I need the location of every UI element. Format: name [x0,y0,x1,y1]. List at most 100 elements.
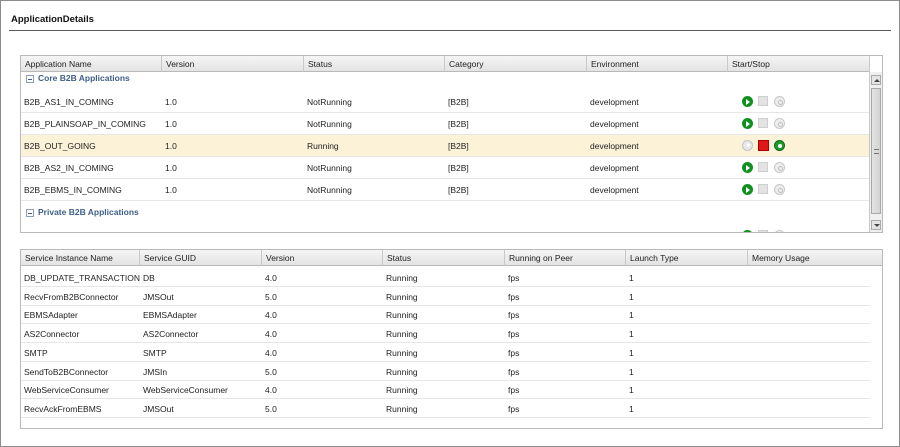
start-icon[interactable] [742,118,753,129]
service-version-cell: 4.0 [265,385,277,396]
stop-icon[interactable] [758,96,768,106]
service-status-cell: Running [386,329,418,340]
service-status-cell: Running [386,385,418,396]
application-row[interactable]: B2B_EBMS_IN_COMING 1.0 NotRunning [B2B] deve… [21,179,870,201]
gear-icon[interactable] [774,118,785,129]
service-peer-cell: fps [508,347,520,358]
application-status-cell: NotRunning [307,119,352,129]
service-launch-cell: 1 [629,366,634,377]
application-name-cell: B2B_AS2_IN_COMING [24,163,114,173]
service-version-cell: 4.0 [265,329,277,340]
application-environment-cell: development [590,163,639,173]
service-guid-cell: JMSOut [143,291,174,302]
column-header-category[interactable]: Category [445,56,587,72]
gear-icon[interactable] [774,184,785,195]
start-stop-controls [728,179,870,201]
scrollbar-grip-icon [874,149,879,154]
start-icon[interactable] [742,96,753,107]
service-memory-cell [748,400,882,418]
column-header-start-stop[interactable]: Start/Stop [728,56,870,72]
collapse-group-icon[interactable] [26,75,34,83]
service-memory-cell [748,306,882,324]
application-group-label: Core B2B Applications [38,73,130,83]
service-memory-cell [748,288,882,306]
stop-icon[interactable] [758,140,769,151]
column-header-status[interactable]: Status [304,56,445,72]
gear-icon[interactable] [774,140,785,151]
column-header-launch-type[interactable]: Launch Type [626,250,748,266]
column-header-memory-usage[interactable]: Memory Usage [748,250,882,266]
service-launch-cell: 1 [629,403,634,414]
service-launch-cell: 1 [629,310,634,321]
application-status-cell: NotRunning [307,185,352,195]
services-grid: Service Instance Name Service GUID Version… [20,249,883,429]
column-header-running-on-peer[interactable]: Running on Peer [505,250,626,266]
column-header-application-name[interactable]: Application Name [21,56,162,72]
service-row[interactable]: DB_UPDATE_TRANSACTION_D DB 4.0 Running fps 1 [21,269,870,287]
start-stop-controls [728,157,870,179]
service-instance-cell: AS2Connector [24,329,80,340]
application-row[interactable]: B2B_AS2_IN_COMING 1.0 NotRunning [B2B] devel… [21,157,870,179]
application-group-label: Private B2B Applications [38,207,139,217]
start-icon[interactable] [742,162,753,173]
stop-icon[interactable] [758,162,768,172]
stop-icon[interactable] [758,184,768,194]
service-row[interactable]: AS2Connector AS2Connector 4.0 Running fps 1 [21,325,870,344]
gear-icon[interactable] [774,162,785,173]
gear-icon[interactable] [774,230,785,232]
service-row[interactable]: SendToB2BConnector JMSIn 5.0 Running fps 1 [21,363,870,381]
service-row[interactable]: SMTP SMTP 4.0 Running fps 1 [21,344,870,362]
service-instance-cell: RecvAckFromEBMS [24,403,102,414]
start-icon[interactable] [742,140,753,151]
column-header-version[interactable]: Version [162,56,304,72]
column-header-service-instance-name[interactable]: Service Instance Name [21,250,140,266]
application-category-cell: [B2B] [448,141,469,151]
service-instance-cell: SendToB2BConnector [24,366,109,377]
service-row[interactable]: WebServiceConsumer WebServiceConsumer 4.0 R… [21,381,870,400]
stop-icon[interactable] [758,230,768,232]
service-row[interactable]: RecvFromB2BConnector JMSOut 5.0 Running fps 1 [21,288,870,306]
service-peer-cell: fps [508,329,520,340]
service-row[interactable]: EBMSAdapter EBMSAdapter 4.0 Running fps 1 [21,306,870,325]
application-row[interactable]: B2B_PLAINSOAP_IN_COMING 1.0 NotRunning [B2B… [21,113,870,135]
service-status-cell: Running [386,273,418,283]
service-launch-cell: 1 [629,329,634,340]
column-header-status[interactable]: Status [383,250,505,266]
start-icon[interactable] [742,230,753,232]
scrollbar-thumb[interactable] [871,88,881,214]
application-version-cell: 1.0 [162,225,304,232]
service-status-cell: Running [386,310,418,321]
column-header-service-guid[interactable]: Service GUID [140,250,262,266]
application-group-1[interactable]: Private B2B Applications [21,206,870,220]
applications-vertical-scrollbar[interactable] [869,72,882,232]
application-row[interactable]: EVENT_PROCESS21.0NotRunning[User Process… [21,225,870,232]
application-environment-cell: development [590,97,639,107]
start-icon[interactable] [742,184,753,195]
application-category-cell: [B2B] [448,163,469,173]
application-status-cell: NotRunning [307,97,352,107]
service-guid-cell: SMTP [143,347,167,358]
service-launch-cell: 1 [629,291,634,302]
application-environment-cell: development [587,225,728,232]
service-version-cell: 5.0 [265,403,277,414]
service-peer-cell: fps [508,385,520,396]
application-group-0[interactable]: Core B2B Applications [21,72,870,86]
stop-icon[interactable] [758,118,768,128]
collapse-group-icon[interactable] [26,209,34,217]
services-grid-header: Service Instance Name Service GUID Version… [21,250,882,266]
service-version-cell: 5.0 [265,366,277,377]
service-row[interactable]: RecvAckFromEBMS JMSOut 5.0 Running fps 1 [21,400,870,418]
column-header-version[interactable]: Version [262,250,383,266]
gear-icon[interactable] [774,96,785,107]
service-status-cell: Running [386,366,418,377]
service-peer-cell: fps [508,291,520,302]
application-row[interactable]: B2B_OUT_GOING 1.0 Running [B2B] development [21,135,870,157]
scroll-down-arrow-icon[interactable] [871,220,881,230]
scroll-up-arrow-icon[interactable] [871,75,881,85]
start-stop-controls [728,91,870,113]
service-guid-cell: EBMSAdapter [143,310,197,321]
service-memory-cell [748,325,882,343]
application-name-cell: B2B_EBMS_IN_COMING [24,185,122,195]
application-row[interactable]: B2B_AS1_IN_COMING 1.0 NotRunning [B2B] devel… [21,91,870,113]
column-header-environment[interactable]: Environment [587,56,728,72]
